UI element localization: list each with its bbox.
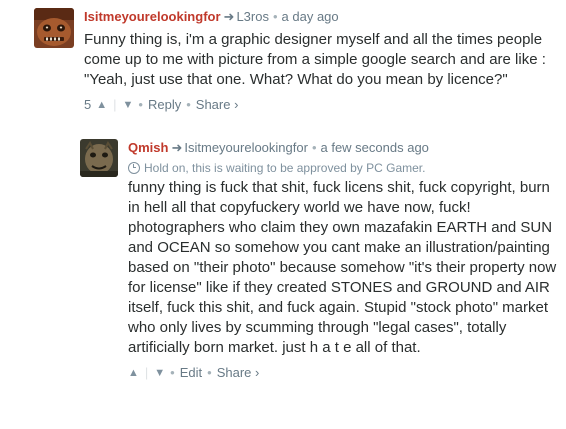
comment: Isitmeyourelookingfor ➜ L3ros • a day ago Fu… [34, 8, 562, 114]
meta-separator: • [272, 9, 278, 24]
comment-text: funny thing is fuck that shit, fuck lice… [128, 179, 557, 356]
upvote-icon[interactable]: ▲ [128, 364, 139, 382]
comment-footer: 5 ▲ | ▼ • Reply • Share › [84, 96, 562, 114]
avatar-image [80, 139, 118, 177]
vote-divider: | [144, 365, 149, 380]
reply-arrow-icon: ➜ [223, 9, 235, 24]
action-separator: • [186, 97, 191, 112]
comment-body: Isitmeyourelookingfor ➜ L3ros • a day ago Fu… [84, 8, 562, 114]
upvote-count: 5 [84, 97, 92, 112]
comment-timestamp[interactable]: a few seconds ago [321, 140, 429, 155]
clock-icon [128, 162, 140, 174]
share-button[interactable]: Share › [217, 364, 260, 382]
author-name[interactable]: Isitmeyourelookingfor [84, 9, 221, 24]
comment-body: Qmish ➜ Isitmeyourelookingfor • a few second… [128, 139, 562, 382]
comment-text: Funny thing is, i'm a graphic designer m… [84, 31, 546, 88]
pending-approval-notice: Hold on, this is waiting to be approved … [128, 160, 562, 176]
reply-to-user[interactable]: Isitmeyourelookingfor [184, 140, 308, 155]
pending-approval-text: Hold on, this is waiting to be approved … [144, 161, 426, 175]
comment-timestamp[interactable]: a day ago [282, 9, 339, 24]
action-separator: • [207, 365, 212, 380]
vote-divider: | [113, 97, 117, 112]
comment-meta: Isitmeyourelookingfor ➜ L3ros • a day ago [84, 8, 562, 26]
avatar-image [34, 8, 74, 48]
comment-meta: Qmish ➜ Isitmeyourelookingfor • a few second… [128, 139, 562, 157]
meta-separator: • [311, 140, 317, 155]
upvote-icon[interactable]: ▲ [96, 96, 107, 114]
comment-footer: ▲ | ▼ • Edit • Share › [128, 364, 562, 382]
action-separator: • [138, 97, 143, 112]
reply-arrow-icon: ➜ [171, 140, 183, 155]
action-separator: • [170, 365, 175, 380]
reply-to-user[interactable]: L3ros [236, 9, 269, 24]
reply-button[interactable]: Reply [148, 96, 181, 114]
downvote-icon[interactable]: ▼ [154, 364, 165, 382]
author-name[interactable]: Qmish [128, 140, 168, 155]
share-button[interactable]: Share › [196, 96, 239, 114]
edit-button[interactable]: Edit [180, 364, 202, 382]
avatar[interactable] [34, 8, 74, 48]
comment-reply: Qmish ➜ Isitmeyourelookingfor • a few second… [80, 139, 562, 382]
downvote-icon[interactable]: ▼ [123, 96, 134, 114]
avatar[interactable] [80, 139, 118, 177]
